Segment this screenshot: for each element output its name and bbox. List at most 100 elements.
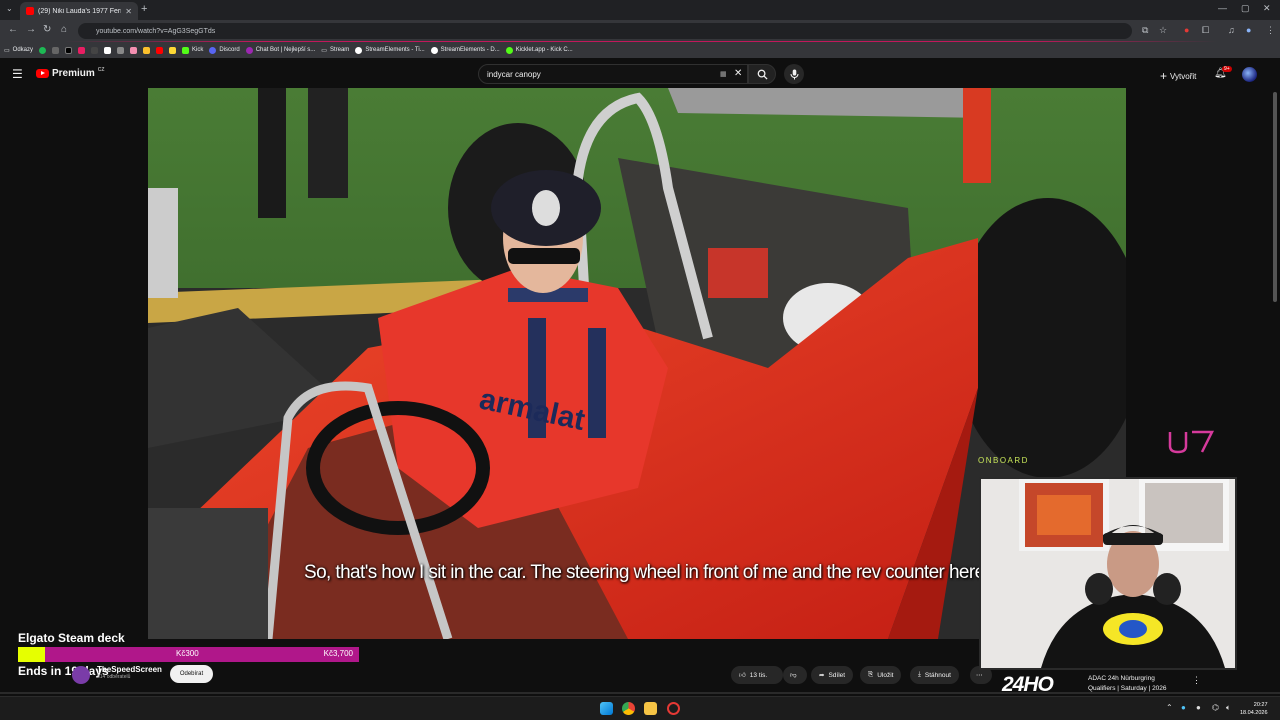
bookmarks-bar: ▭ Odkazy Kick Discord Chat Bot | Nejlepší…: [0, 42, 1280, 58]
bookmark-stream[interactable]: ▭ Stream: [321, 47, 349, 54]
account-avatar[interactable]: [1242, 67, 1257, 82]
hamburger-menu-icon[interactable]: ☰: [12, 67, 23, 81]
clear-search-icon[interactable]: ✕: [734, 68, 742, 79]
bookmark-icon[interactable]: [169, 46, 177, 54]
download-icon: ⤓: [918, 671, 921, 678]
channel-info[interactable]: TheSpeedScreen 514 odběratelů: [97, 665, 162, 680]
bookmark-streamelements-2[interactable]: StreamElements - D...: [430, 46, 500, 54]
search-icon: [757, 69, 768, 80]
bookmark-icon[interactable]: [91, 46, 99, 54]
youtube-header: ☰ Premium CZ indycar canopy ▦ ✕ + Vytvoř…: [0, 60, 1280, 88]
like-button[interactable]: 👍︎ 13 tis.: [731, 666, 783, 684]
bookmark-kick[interactable]: Kick: [182, 46, 203, 54]
install-icon[interactable]: ⧉: [1142, 25, 1148, 36]
share-button[interactable]: ➦ Sdílet: [811, 666, 854, 684]
reload-icon[interactable]: ↻: [43, 24, 51, 35]
search-value: indycar canopy: [487, 69, 541, 79]
bookmark-streamelements-1[interactable]: StreamElements - Ti...: [355, 46, 425, 54]
bookmark-icon[interactable]: [143, 46, 151, 54]
region-code: CZ: [97, 66, 105, 73]
tab-youtube[interactable]: (29) Niki Lauda's 1977 Ferrari 3... ✕: [20, 2, 138, 20]
browser-toolbar: ← → ↻ ⌂ youtube.com/watch?v=AgG3SegGTds …: [0, 20, 1280, 42]
youtube-logo[interactable]: Premium CZ: [36, 66, 105, 79]
save-button[interactable]: ⎘ Uložit: [860, 666, 902, 684]
forward-icon[interactable]: →: [26, 24, 36, 35]
bookmark-icon[interactable]: [104, 46, 112, 54]
close-tab-icon[interactable]: ✕: [125, 7, 132, 16]
next-video-more-icon[interactable]: ⋮: [1192, 675, 1201, 686]
bookmark-folder[interactable]: ▭ Odkazy: [4, 47, 33, 54]
bookmark-icon[interactable]: [78, 46, 86, 54]
tab-search-icon[interactable]: ⌄: [6, 4, 13, 13]
windows-start-icon[interactable]: [600, 702, 613, 715]
network-icon[interactable]: ⌬: [1212, 703, 1219, 712]
youtube-play-icon: [36, 69, 49, 78]
voice-search-button[interactable]: [784, 64, 804, 84]
create-button[interactable]: + Vytvořit: [1160, 69, 1196, 83]
maximize-icon[interactable]: ▢: [1241, 3, 1250, 14]
browser-tab-strip: ⌄ (29) Niki Lauda's 1977 Ferrari 3... ✕ …: [0, 0, 1280, 20]
tab-title: (29) Niki Lauda's 1977 Ferrari 3...: [38, 7, 121, 15]
tray-chevron-icon[interactable]: ⌃: [1166, 703, 1173, 712]
keyboard-icon[interactable]: ▦: [720, 70, 727, 78]
taskbar-clock[interactable]: 20:27 18.04.2026: [1240, 701, 1268, 717]
logo-text: Premium: [52, 68, 95, 79]
profile-icon[interactable]: ●: [1246, 25, 1251, 35]
download-button[interactable]: ⤓ Stáhnout: [910, 666, 959, 684]
extensions-puzzle-icon[interactable]: ⧠: [1202, 25, 1209, 36]
thumbs-up-icon: 👍︎: [739, 672, 746, 679]
bookmark-icon[interactable]: [130, 46, 138, 54]
bookmark-discord[interactable]: Discord: [209, 46, 240, 54]
x-icon[interactable]: [65, 46, 73, 54]
next-video-title-line1: ADAC 24h Nürburgring: [1088, 675, 1155, 682]
media-icon[interactable]: ♫: [1228, 25, 1235, 35]
folder-icon: ▭: [4, 47, 10, 54]
subscribe-button[interactable]: Odebírat: [170, 665, 213, 683]
clock-date: 18.04.2026: [1240, 710, 1268, 716]
microphone-icon: [790, 69, 798, 79]
url-text: youtube.com/watch?v=AgG3SegGTds: [96, 27, 216, 35]
folder-icon: ▭: [321, 47, 327, 54]
video-subtitle: So, that's how I sit in the car. The ste…: [304, 562, 990, 583]
bookmark-icon[interactable]: [156, 46, 164, 54]
kicklet-icon: [505, 46, 513, 54]
page-scrollbar[interactable]: [1273, 92, 1277, 302]
tray-app-icon[interactable]: ●: [1196, 703, 1201, 712]
bookmark-chatbot[interactable]: Chat Bot | Nejlepší s...: [245, 46, 315, 54]
bookmark-icon[interactable]: [52, 46, 60, 54]
search-button[interactable]: [748, 64, 776, 84]
dislike-button[interactable]: 👎︎: [783, 666, 807, 684]
discord-icon: [209, 46, 217, 54]
goal-progress-fill: [18, 647, 46, 662]
bookmark-icon[interactable]: [117, 46, 125, 54]
create-label: Vytvořit: [1170, 71, 1197, 81]
back-icon[interactable]: ←: [8, 24, 18, 35]
extension-icon[interactable]: ●: [1184, 25, 1189, 35]
kick-icon: [182, 46, 190, 54]
bookmark-star-icon[interactable]: ☆: [1159, 25, 1167, 36]
address-bar[interactable]: youtube.com/watch?v=AgG3SegGTds: [78, 23, 1132, 39]
streamer-logo-icon: [1168, 430, 1215, 454]
home-icon[interactable]: ⌂: [61, 24, 67, 35]
close-window-icon[interactable]: ✕: [1263, 3, 1271, 14]
opera-icon[interactable]: [667, 702, 680, 715]
minimize-icon[interactable]: —: [1218, 3, 1227, 13]
volume-icon[interactable]: 🔈︎: [1226, 703, 1231, 713]
next-video-title[interactable]: ADAC 24h Nürburgring Qualifiers | Saturd…: [1088, 674, 1188, 694]
like-count: 13 tis.: [749, 671, 768, 679]
channel-name[interactable]: TheSpeedScreen: [97, 665, 162, 674]
chrome-icon[interactable]: [622, 702, 635, 715]
new-tab-icon[interactable]: +: [141, 3, 147, 15]
spotify-icon[interactable]: [39, 46, 47, 54]
webcam-frame: [981, 479, 1235, 668]
menu-kebab-icon[interactable]: ⋮: [1266, 25, 1275, 36]
bookmark-kicklet[interactable]: Kicklet.app - Kick C...: [505, 46, 573, 54]
streamelements-icon: [430, 46, 438, 54]
search-input[interactable]: indycar canopy ▦ ✕: [478, 64, 748, 84]
channel-avatar[interactable]: [72, 666, 90, 684]
tray-app-icon[interactable]: ●: [1181, 703, 1186, 712]
file-explorer-icon[interactable]: [644, 702, 657, 715]
thumbs-down-icon: 👎︎: [790, 672, 797, 679]
page-divider: [0, 692, 1280, 694]
clock-time: 20:27: [1253, 702, 1268, 708]
